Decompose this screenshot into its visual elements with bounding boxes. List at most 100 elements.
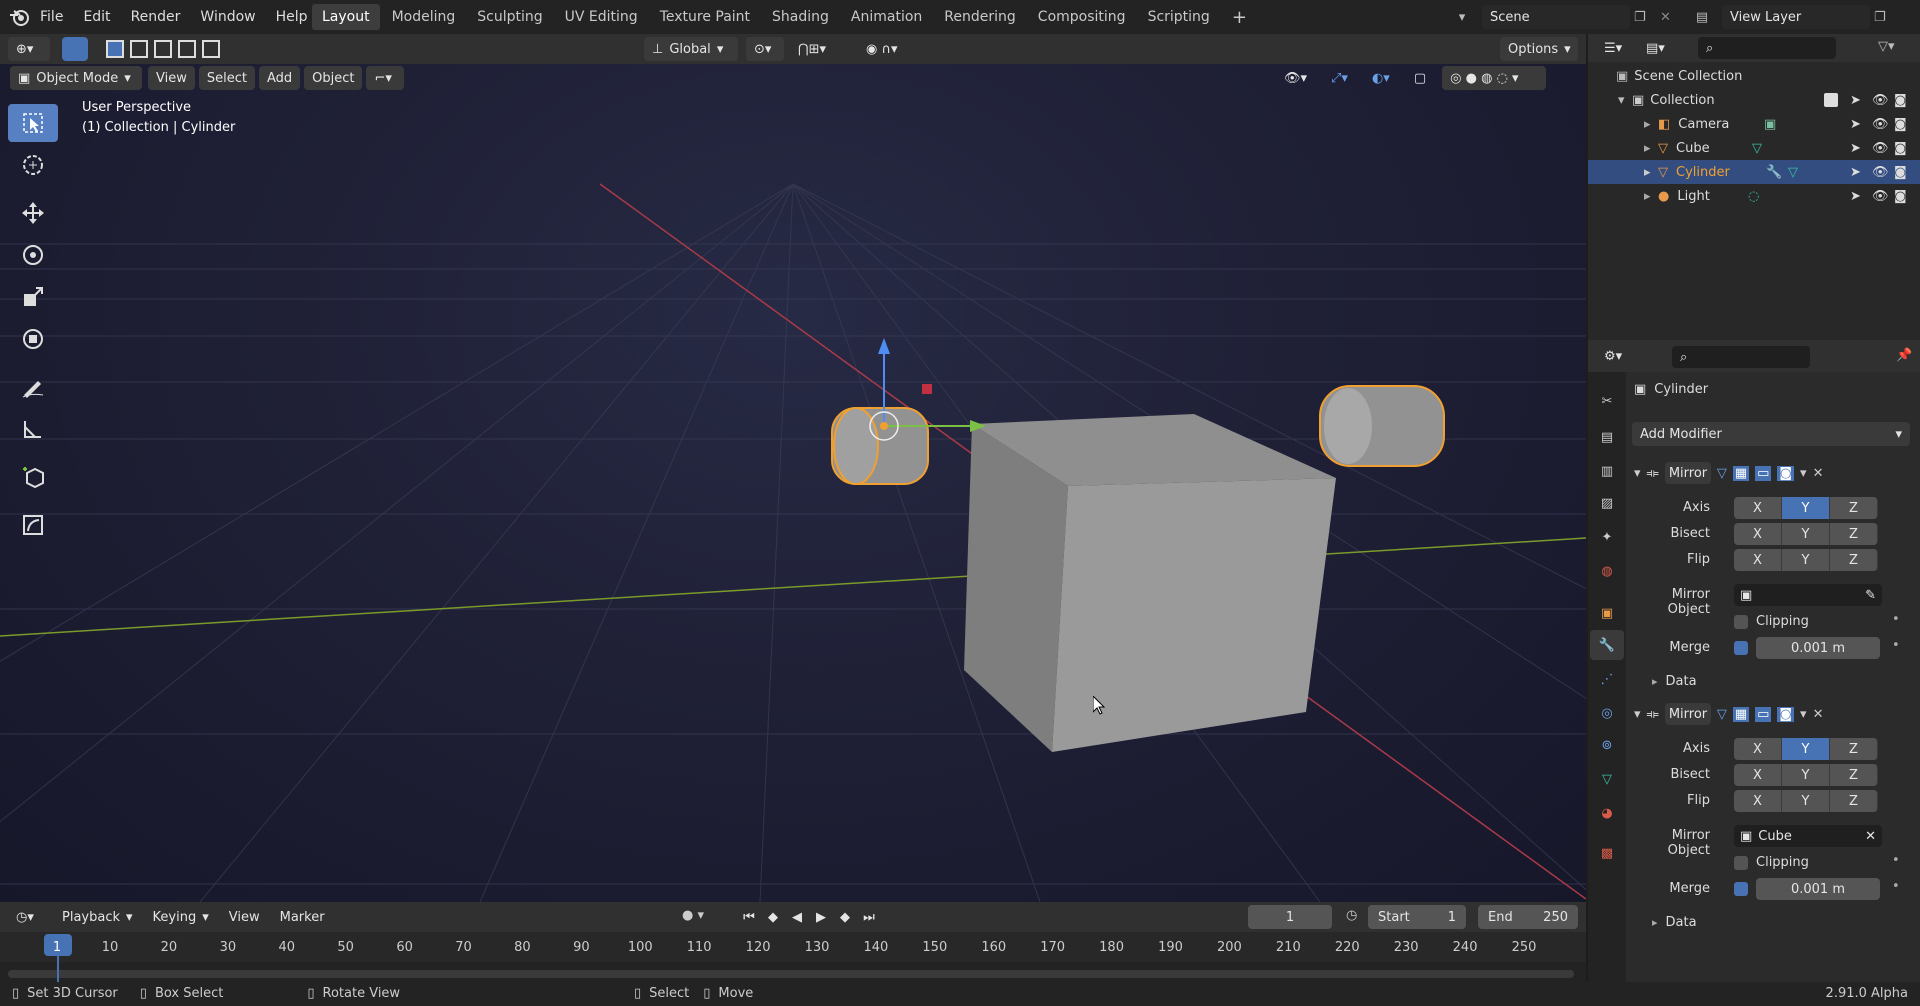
viewport-menu-view[interactable]: View	[148, 66, 195, 90]
edit-mode-toggle-icon[interactable]: ▽	[1717, 466, 1727, 481]
expand-arrow-icon[interactable]: ▸	[1644, 117, 1658, 132]
outliner-item-cylinder[interactable]: ▸ ▽ Cylinder 🔧 ▽ ➤ 👁 ◙	[1588, 160, 1920, 184]
camera-render-icon[interactable]: ◙	[1894, 165, 1907, 180]
select-arrow-icon[interactable]: ➤	[1850, 189, 1861, 204]
new-view-layer-icon[interactable]: ❐	[1874, 10, 1896, 25]
outliner-scene-collection[interactable]: ▣ Scene Collection	[1588, 64, 1920, 88]
collapse-arrow-icon[interactable]: ▾	[1634, 707, 1641, 722]
data-subpanel-header[interactable]: ▸ Data	[1652, 915, 1697, 930]
axis-z-toggle[interactable]: Z	[1830, 497, 1878, 519]
select-arrow-icon[interactable]: ➤	[1850, 117, 1861, 132]
new-scene-icon[interactable]: ❐	[1634, 10, 1656, 25]
move-tool-icon[interactable]	[8, 194, 58, 232]
menu-render[interactable]: Render	[121, 0, 191, 34]
exclude-checkbox[interactable]	[1824, 93, 1838, 107]
merge-checkbox[interactable]	[1734, 641, 1748, 655]
scene-tab-icon[interactable]: ✦	[1590, 522, 1624, 552]
bisect-y-toggle[interactable]: Y	[1782, 523, 1830, 545]
scene-icon[interactable]: ▾	[1446, 4, 1478, 30]
texture-tab-icon[interactable]: ▩	[1590, 838, 1624, 868]
data-subpanel-header[interactable]: ▸ Data	[1652, 674, 1697, 689]
record-icon[interactable]: ● ▾	[682, 908, 704, 923]
clipping-checkbox[interactable]	[1734, 614, 1748, 629]
visibility-icon[interactable]: 👁▾	[1276, 66, 1315, 90]
keyframe-dot-icon[interactable]: •	[1892, 879, 1900, 894]
measure-tool-icon[interactable]	[8, 410, 58, 448]
snapping-toggle[interactable]: ⋂⊞▾	[790, 37, 846, 61]
eye-icon[interactable]: 👁	[1872, 141, 1889, 156]
tab-sculpting[interactable]: Sculpting	[467, 4, 552, 30]
remove-modifier-icon[interactable]: ✕	[1813, 466, 1824, 481]
modifier-name-field[interactable]: Mirror	[1664, 462, 1711, 484]
tab-modeling[interactable]: Modeling	[382, 4, 466, 30]
flip-x-toggle[interactable]: X	[1734, 549, 1782, 571]
tab-rendering[interactable]: Rendering	[934, 4, 1026, 30]
bisect-z-toggle[interactable]: Z	[1830, 523, 1878, 545]
eye-icon[interactable]: 👁	[1872, 189, 1889, 204]
camera-render-icon[interactable]: ◙	[1894, 141, 1907, 156]
scene-field[interactable]: Scene	[1482, 5, 1630, 29]
flip-y-toggle[interactable]: Y	[1782, 790, 1830, 812]
clipping-checkbox-row[interactable]: Clipping	[1734, 614, 1809, 629]
merge-checkbox[interactable]	[1734, 882, 1748, 896]
view-layer-icon[interactable]: ▤	[1686, 4, 1718, 30]
tab-animation[interactable]: Animation	[841, 4, 932, 30]
outliner-search-input[interactable]: ⌕	[1698, 37, 1836, 59]
bisect-x-toggle[interactable]: X	[1734, 523, 1782, 545]
properties-search-input[interactable]: ⌕	[1672, 346, 1810, 368]
merge-distance-field[interactable]: 0.001 m	[1756, 637, 1880, 659]
remove-modifier-icon[interactable]: ✕	[1813, 707, 1824, 722]
cage-toggle-icon[interactable]: ▦	[1732, 706, 1750, 722]
cube-object[interactable]	[960, 414, 1350, 824]
outliner-collection[interactable]: ▾ ▣ Collection ➤ 👁 ◙	[1588, 88, 1920, 112]
timeline-scrollbar[interactable]	[8, 970, 1574, 978]
select-arrow-icon[interactable]: ➤	[1850, 141, 1861, 156]
eyedropper-icon[interactable]: ✎	[1865, 588, 1876, 603]
edit-mode-toggle-icon[interactable]: ▽	[1717, 707, 1727, 722]
add-cube-tool-icon[interactable]	[8, 458, 58, 496]
expand-arrow-icon[interactable]: ▸	[1644, 189, 1658, 204]
expand-arrow-icon[interactable]: ▸	[1644, 165, 1658, 180]
particles-tab-icon[interactable]: ⋰	[1590, 664, 1624, 694]
eye-icon[interactable]: 👁	[1872, 165, 1889, 180]
modifier-name-field[interactable]: Mirror	[1664, 703, 1711, 725]
select-tool-icon[interactable]	[62, 37, 88, 61]
mirror-object-field[interactable]: ▣ ✎	[1734, 584, 1882, 606]
play-icon[interactable]: ▶	[810, 905, 832, 929]
merge-distance-field[interactable]: 0.001 m	[1756, 878, 1880, 900]
flip-y-toggle[interactable]: Y	[1782, 549, 1830, 571]
output-tab-icon[interactable]: ▥	[1590, 456, 1624, 486]
close-scene-icon[interactable]: ✕	[1660, 10, 1678, 25]
properties-editor-type-icon[interactable]: ⚙▾	[1596, 344, 1632, 368]
tool-tab-icon[interactable]: ✂	[1590, 386, 1624, 416]
transform-affect-icon[interactable]: ⌐▾	[366, 66, 405, 90]
start-frame-field[interactable]: Start 1	[1368, 905, 1466, 929]
viewport-toggle-icon[interactable]: ▭	[1755, 706, 1772, 722]
selection-mode-icons[interactable]	[106, 40, 220, 58]
clipping-checkbox-row[interactable]: Clipping	[1734, 855, 1809, 870]
timeline-editor-type-icon[interactable]: ◷▾	[8, 905, 48, 929]
blender-logo-icon[interactable]	[8, 7, 30, 31]
physics-tab-icon[interactable]: ◎	[1590, 698, 1624, 728]
camera-render-icon[interactable]: ◙	[1894, 93, 1907, 108]
current-frame-field[interactable]: 1	[1248, 905, 1332, 929]
modifier-menu-icon[interactable]: ▾	[1800, 466, 1807, 481]
world-tab-icon[interactable]: ◍	[1590, 556, 1624, 586]
end-frame-field[interactable]: End 250	[1478, 905, 1578, 929]
viewport-menu-object[interactable]: Object	[304, 66, 363, 90]
keyframe-dot-icon[interactable]: •	[1892, 612, 1900, 627]
outliner-item-camera[interactable]: ▸ ◧ Camera ▣ ➤ 👁 ◙	[1588, 112, 1920, 136]
constraints-tab-icon[interactable]: ⊚	[1590, 730, 1624, 760]
extrude-tool-icon[interactable]	[8, 506, 58, 544]
viewport-menu-select[interactable]: Select	[198, 66, 255, 90]
outliner-editor-type-icon[interactable]: ☰▾	[1596, 36, 1632, 60]
editor-type-icon[interactable]: ⊕▾	[8, 37, 50, 61]
filter-icon[interactable]: ▽▾	[1878, 39, 1895, 54]
play-reverse-icon[interactable]: ◀	[786, 905, 808, 929]
clear-field-icon[interactable]: ✕	[1865, 829, 1876, 844]
object-tab-icon[interactable]: ▣	[1590, 598, 1624, 628]
tab-compositing[interactable]: Compositing	[1028, 4, 1136, 30]
axis-y-toggle[interactable]: Y	[1782, 497, 1830, 519]
timeline-menu-playback[interactable]: Playback ▾	[54, 905, 141, 929]
pivot-point-dropdown[interactable]: ⊙▾	[746, 37, 784, 61]
